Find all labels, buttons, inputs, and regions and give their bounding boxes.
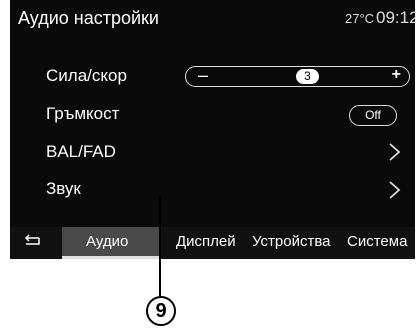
sound-label[interactable]: Звук — [46, 179, 81, 199]
callout-line — [159, 196, 161, 296]
loudness-label: Гръмкост — [46, 104, 120, 123]
clock: 09:12 — [376, 8, 416, 27]
page-title: Аудио настройки — [18, 8, 159, 28]
tab-devices[interactable]: Устройства — [252, 233, 330, 250]
tab-audio[interactable]: Аудио — [86, 233, 128, 250]
tab-display[interactable]: Дисплей — [176, 233, 236, 250]
tab-system[interactable]: Система — [347, 233, 407, 250]
chevron-right-icon[interactable] — [387, 180, 401, 200]
loudness-toggle[interactable]: Off — [349, 105, 397, 126]
tab-active-indicator — [62, 256, 159, 259]
increase-button[interactable]: + — [392, 66, 401, 84]
callout-number: 9 — [146, 296, 176, 326]
speed-volume-stepper[interactable]: – 3 + — [185, 65, 410, 87]
back-arrow-icon[interactable] — [18, 231, 46, 255]
speed-volume-label: Сила/скор — [46, 66, 127, 85]
temperature-readout: 27°C — [345, 11, 375, 26]
audio-settings-screen: Аудио настройки 27°C 09:12 Сила/скор – 3… — [10, 0, 416, 259]
stepper-value: 3 — [296, 69, 319, 84]
header: Аудио настройки 27°C 09:12 — [10, 0, 416, 40]
chevron-right-icon[interactable] — [387, 142, 401, 162]
tab-bar: Аудио Дисплей Устройства Система — [10, 227, 415, 259]
decrease-button[interactable]: – — [198, 65, 208, 86]
bal-fad-label[interactable]: BAL/FAD — [46, 142, 116, 162]
